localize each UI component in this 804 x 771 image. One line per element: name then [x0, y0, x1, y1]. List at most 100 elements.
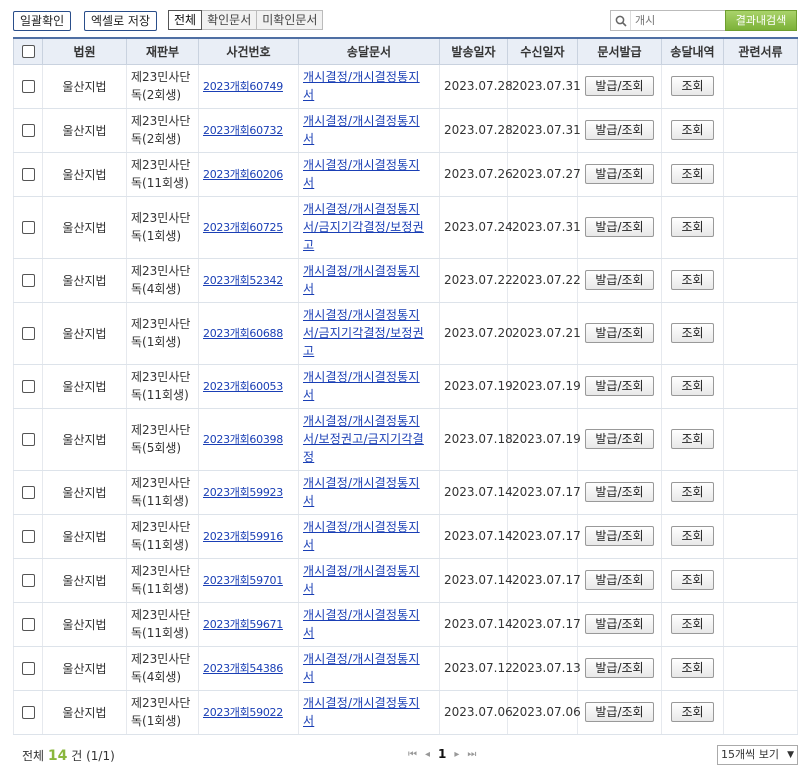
document-link[interactable]: 개시결정/개시결정통지 서 — [303, 156, 435, 192]
view-button[interactable]: 조회 — [671, 526, 714, 546]
document-link[interactable]: 개시결정/개시결정통지 서 — [303, 562, 435, 598]
row-checkbox[interactable] — [21, 706, 35, 719]
row-checkbox[interactable] — [21, 80, 35, 93]
excel-save-button[interactable]: 엑셀로 저장 — [84, 11, 158, 31]
issue-view-button[interactable]: 발급/조회 — [585, 76, 654, 96]
row-checkbox[interactable] — [21, 618, 35, 631]
select-all-checkbox[interactable] — [21, 45, 35, 59]
row-checkbox[interactable] — [21, 574, 35, 587]
document-link[interactable]: 개시결정/개시결정통지 서 — [303, 474, 435, 510]
column-header-division[interactable]: 재판부 — [126, 37, 199, 65]
column-header-document-issue[interactable]: 문서발급 — [577, 37, 662, 65]
division-line: 제23민사단 — [131, 370, 191, 384]
case-number-link[interactable]: 2023개회60053 — [203, 380, 283, 393]
issue-view-button[interactable]: 발급/조회 — [585, 482, 654, 502]
issue-view-button[interactable]: 발급/조회 — [585, 376, 654, 396]
issue-view-button[interactable]: 발급/조회 — [585, 658, 654, 678]
column-header-received-date[interactable]: 수신일자 — [507, 37, 578, 65]
per-page-select[interactable]: 15개씩 보기 ▼ — [717, 745, 798, 765]
tab-confirmed[interactable]: 확인문서 — [201, 10, 258, 30]
document-link[interactable]: 개시결정/개시결정통지 서 — [303, 694, 435, 730]
row-checkbox[interactable] — [21, 124, 35, 137]
issue-view-button[interactable]: 발급/조회 — [585, 614, 654, 634]
view-button[interactable]: 조회 — [671, 482, 714, 502]
document-link[interactable]: 개시결정/개시결정통지 서 — [303, 368, 435, 404]
view-button[interactable]: 조회 — [671, 270, 714, 290]
document-link[interactable]: 개시결정/개시결정통지 서 — [303, 518, 435, 554]
column-header-document[interactable]: 송달문서 — [298, 37, 440, 65]
document-link[interactable]: 개시결정/개시결정통지 서 — [303, 68, 435, 104]
case-number-link[interactable]: 2023개회52342 — [203, 274, 283, 287]
view-button[interactable]: 조회 — [671, 702, 714, 722]
case-number-link[interactable]: 2023개회60725 — [203, 221, 283, 234]
case-number-link[interactable]: 2023개회60688 — [203, 327, 283, 340]
case-number-link[interactable]: 2023개회60749 — [203, 80, 283, 93]
document-link[interactable]: 개시결정/개시결정통지 서 — [303, 606, 435, 642]
row-checkbox[interactable] — [21, 327, 35, 340]
view-button[interactable]: 조회 — [671, 164, 714, 184]
current-page[interactable]: 1 — [438, 747, 446, 761]
case-number-link[interactable]: 2023개회59923 — [203, 486, 283, 499]
row-checkbox[interactable] — [21, 274, 35, 287]
row-checkbox[interactable] — [21, 433, 35, 446]
row-checkbox[interactable] — [21, 380, 35, 393]
view-button[interactable]: 조회 — [671, 76, 714, 96]
document-link[interactable]: 개시결정/개시결정통지 서/보정권고/금지기각결 정 — [303, 412, 435, 466]
column-header-delivery-history[interactable]: 송달내역 — [661, 37, 724, 65]
view-button[interactable]: 조회 — [671, 217, 714, 237]
case-number-link[interactable]: 2023개회54386 — [203, 662, 283, 675]
document-link[interactable]: 개시결정/개시결정통지 서/금지기각결정/보정권 고 — [303, 306, 435, 360]
document-cell: 개시결정/개시결정통지 서 — [298, 470, 440, 515]
sent-date-cell: 2023.07.28 — [439, 108, 513, 153]
view-button[interactable]: 조회 — [671, 658, 714, 678]
issue-view-button[interactable]: 발급/조회 — [585, 526, 654, 546]
case-number-link[interactable]: 2023개회59701 — [203, 574, 283, 587]
view-button[interactable]: 조회 — [671, 376, 714, 396]
case-number-link[interactable]: 2023개회59916 — [203, 530, 283, 543]
next-page-icon[interactable]: ▸ — [454, 749, 459, 760]
tab-unconfirmed[interactable]: 미확인문서 — [256, 10, 324, 30]
case-number-link[interactable]: 2023개회59671 — [203, 618, 283, 631]
bulk-confirm-button[interactable]: 일괄확인 — [13, 11, 72, 31]
issue-view-button[interactable]: 발급/조회 — [585, 702, 654, 722]
case-number-link[interactable]: 2023개회60206 — [203, 168, 283, 181]
issue-view-button[interactable]: 발급/조회 — [585, 120, 654, 140]
issue-view-button[interactable]: 발급/조회 — [585, 323, 654, 343]
document-link[interactable]: 개시결정/개시결정통지 서 — [303, 112, 435, 148]
issue-view-button[interactable]: 발급/조회 — [585, 164, 654, 184]
row-checkbox[interactable] — [21, 530, 35, 543]
view-button[interactable]: 조회 — [671, 570, 714, 590]
issue-view-button[interactable]: 발급/조회 — [585, 429, 654, 449]
row-checkbox[interactable] — [21, 662, 35, 675]
column-header-related-documents[interactable]: 관련서류 — [723, 37, 798, 65]
last-page-icon[interactable]: ⏭ — [467, 749, 476, 760]
case-number-cell: 2023개회52342 — [198, 258, 299, 303]
document-link[interactable]: 개시결정/개시결정통지 서/금지기각결정/보정권 고 — [303, 200, 435, 254]
first-page-icon[interactable]: ⏮ — [408, 749, 417, 760]
view-button[interactable]: 조회 — [671, 429, 714, 449]
column-header-sent-date[interactable]: 발송일자 — [439, 37, 508, 65]
issue-view-button[interactable]: 발급/조회 — [585, 570, 654, 590]
search-input[interactable] — [631, 11, 721, 30]
view-button[interactable]: 조회 — [671, 120, 714, 140]
case-number-link[interactable]: 2023개회60398 — [203, 433, 283, 446]
case-number-cell: 2023개회59022 — [198, 690, 299, 735]
case-number-link[interactable]: 2023개회60732 — [203, 124, 283, 137]
document-cell: 개시결정/개시결정통지 서/금지기각결정/보정권 고 — [298, 196, 440, 259]
document-link[interactable]: 개시결정/개시결정통지 서 — [303, 650, 435, 686]
row-checkbox[interactable] — [21, 168, 35, 181]
view-button[interactable]: 조회 — [671, 614, 714, 634]
case-number-link[interactable]: 2023개회59022 — [203, 706, 283, 719]
column-header-case-number[interactable]: 사건번호 — [198, 37, 299, 65]
prev-page-icon[interactable]: ◂ — [425, 749, 430, 760]
row-checkbox[interactable] — [21, 486, 35, 499]
case-number-cell: 2023개회60688 — [198, 302, 299, 365]
issue-view-button[interactable]: 발급/조회 — [585, 270, 654, 290]
document-link[interactable]: 개시결정/개시결정통지 서 — [303, 262, 435, 298]
tab-all[interactable]: 전체 — [168, 10, 203, 30]
column-header-court[interactable]: 법원 — [42, 37, 127, 65]
row-checkbox[interactable] — [21, 221, 35, 234]
search-within-results-button[interactable]: 결과내검색 — [725, 10, 797, 31]
view-button[interactable]: 조회 — [671, 323, 714, 343]
issue-view-button[interactable]: 발급/조회 — [585, 217, 654, 237]
